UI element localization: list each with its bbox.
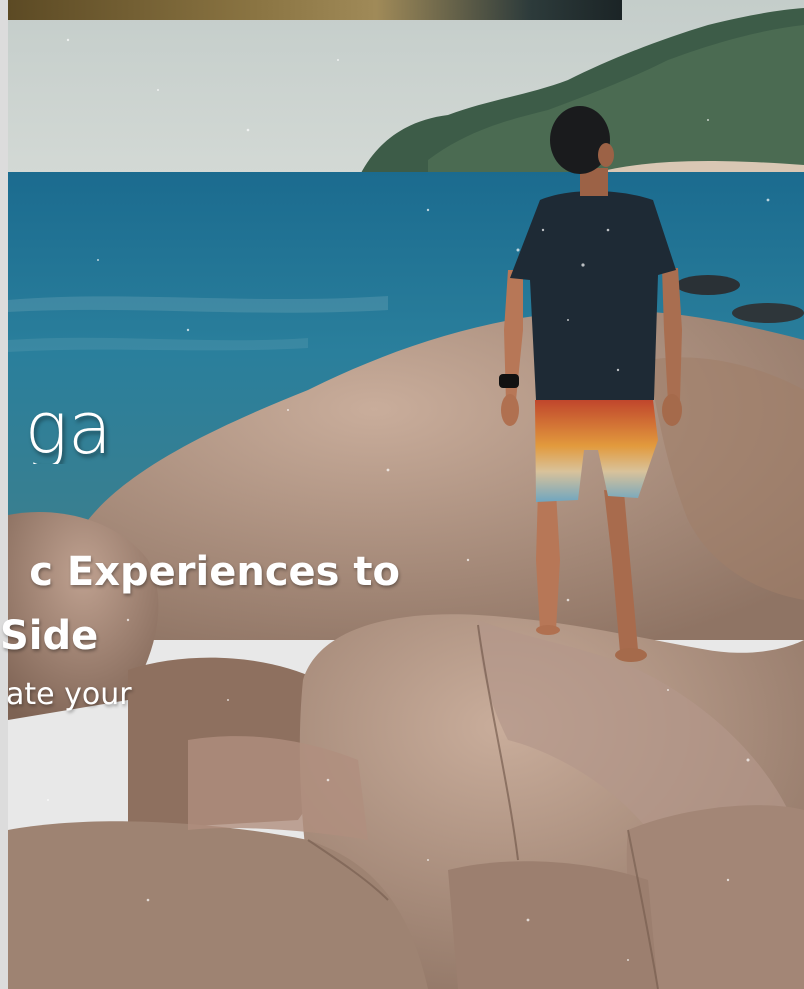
hero-section [8, 0, 804, 989]
top-image-banner [8, 0, 622, 20]
page-edge-strip [0, 0, 8, 989]
hero-background-image [8, 0, 804, 989]
